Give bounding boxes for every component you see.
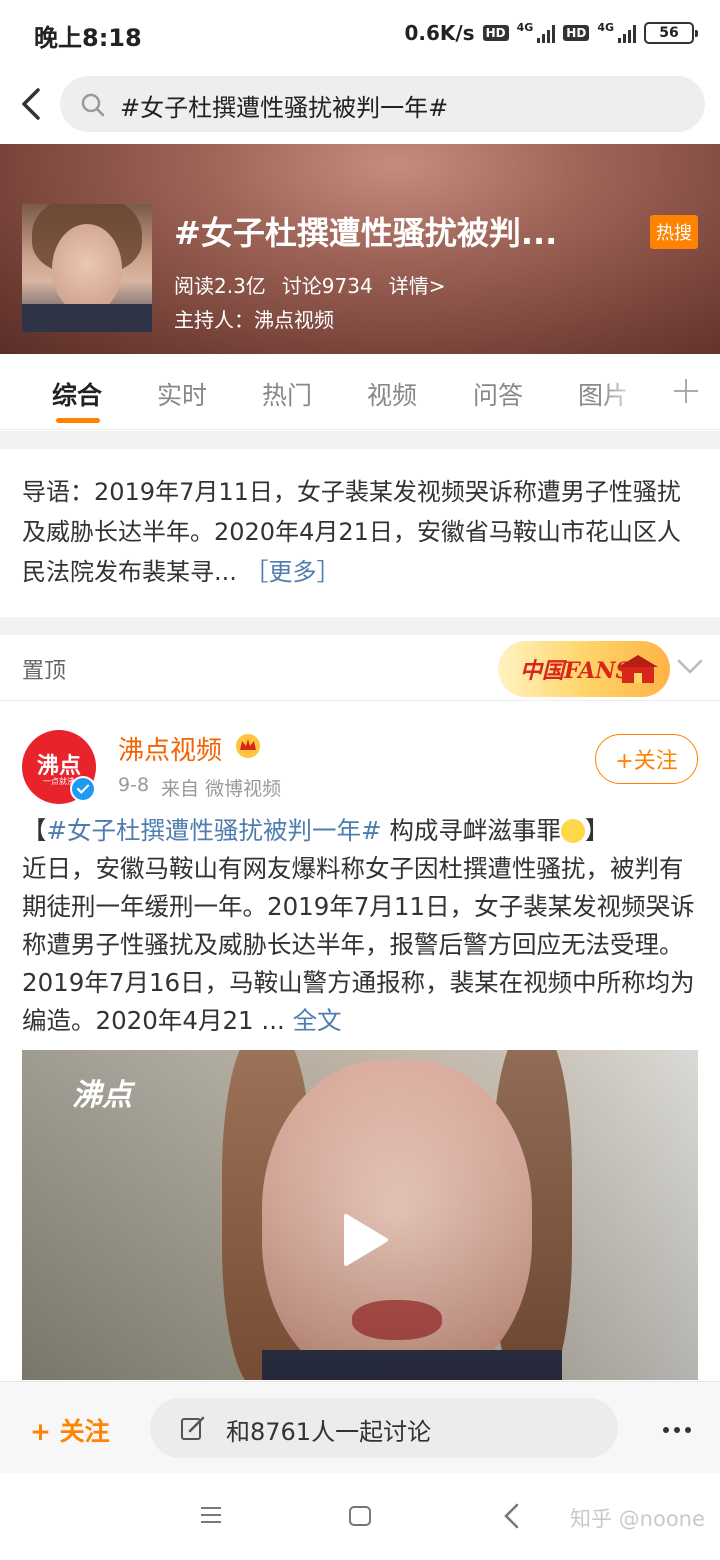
topic-intro: 导语：2019年7月11日，女子裴某发视频哭诉称遭男子性骚扰及威胁长达半年。20… — [22, 472, 702, 592]
section-divider-2 — [0, 617, 720, 635]
post-source: 来自 微博视频 — [161, 778, 282, 800]
more-icon[interactable] — [662, 1426, 692, 1434]
search-query: #女子杜撰遭性骚扰被判一年# — [120, 94, 449, 122]
home-icon[interactable] — [348, 1505, 372, 1527]
signal-icon-2 — [618, 23, 636, 43]
chevron-down-icon[interactable] — [676, 657, 704, 677]
hd-icon-2: HD — [563, 25, 590, 41]
follow-button[interactable]: +关注 — [595, 734, 698, 784]
intro-text: 导语：2019年7月11日，女子裴某发视频哭诉称遭男子性骚扰及威胁长达半年。20… — [22, 478, 681, 586]
signal-icon — [537, 23, 556, 43]
emoji-icon — [560, 819, 585, 843]
tab-comprehensive[interactable]: 综合 — [52, 376, 102, 412]
post-date: 9-8 — [118, 774, 150, 796]
search-input[interactable]: #女子杜撰遭性骚扰被判一年# — [60, 76, 705, 132]
discussion-count: 讨论9734 — [281, 274, 373, 298]
network-type-label: 4G — [516, 20, 534, 34]
more-link[interactable]: ［更多］ — [245, 558, 341, 586]
fans-badge-text: 中国FANS — [520, 658, 632, 684]
hd-icon: HD — [482, 25, 509, 41]
crown-icon — [236, 734, 260, 758]
play-icon[interactable] — [340, 1212, 390, 1268]
topic-title: #女子杜撰遭性骚扰被判... — [174, 214, 558, 252]
discuss-input[interactable]: 和8761人一起讨论 — [150, 1398, 618, 1458]
post-text: 【#女子杜撰遭性骚扰被判一年# 构成寻衅滋事罪】 近日，安徽马鞍山有网友爆料称女… — [22, 812, 702, 1040]
topic-host[interactable]: 主持人：沸点视频 — [174, 304, 334, 333]
pinned-label: 置顶 — [22, 659, 67, 684]
status-bar: 晚上8:18 0.6K/s HD 4G HD 4G 56 — [0, 0, 720, 64]
bottom-action-bar: + 关注 和8761人一起讨论 — [0, 1381, 720, 1473]
china-fans-badge[interactable]: 中国FANS — [498, 641, 670, 697]
video-watermark-logo: 沸点 — [72, 1078, 132, 1113]
network-speed: 0.6K/s — [404, 21, 475, 45]
status-time: 晚上8:18 — [34, 24, 142, 52]
back-arrow-icon — [22, 88, 40, 120]
back-button[interactable] — [16, 84, 46, 124]
search-icon — [81, 93, 105, 117]
tab-fade — [600, 354, 660, 428]
hot-badge: 热搜 — [650, 215, 698, 249]
tab-realtime[interactable]: 实时 — [157, 376, 207, 412]
pinned-row: 置顶 中国FANS — [0, 635, 720, 701]
menu-icon[interactable] — [200, 1505, 222, 1525]
post-header: 沸点 一点就沸 沸点视频 9-8 来自 微博视频 +关注 — [0, 702, 720, 812]
topic-header: #女子杜撰遭性骚扰被判... 热搜 阅读2.3亿 讨论9734 详情> 主持人：… — [0, 144, 720, 354]
status-indicators: 0.6K/s HD 4G HD 4G 56 — [404, 18, 698, 48]
network-type-label-2: 4G — [597, 20, 614, 34]
nav-back-icon[interactable] — [502, 1503, 520, 1529]
discuss-placeholder: 和8761人一起讨论 — [226, 1418, 432, 1446]
tab-video[interactable]: 视频 — [367, 376, 417, 412]
add-tab-icon[interactable] — [672, 374, 700, 408]
edit-icon — [181, 1416, 205, 1440]
post-headline: 构成寻衅滋事罪 — [381, 816, 561, 845]
tiananmen-icon — [618, 655, 658, 683]
search-header: #女子杜撰遭性骚扰被判一年# — [0, 64, 720, 144]
post-topic-link[interactable]: #女子杜撰遭性骚扰被判一年# — [47, 816, 382, 845]
battery-icon: 56 — [644, 22, 698, 44]
details-link[interactable]: 详情> — [389, 270, 446, 299]
verified-icon — [70, 776, 96, 802]
watermark: 知乎 @noone — [570, 1507, 705, 1531]
post-body-text: 近日，安徽马鞍山有网友爆料称女子因杜撰遭性骚扰，被判有期徒刑一年缓刑一年。201… — [22, 854, 695, 1035]
author-name[interactable]: 沸点视频 — [118, 730, 222, 767]
bottom-follow-button[interactable]: + 关注 — [30, 1412, 110, 1448]
topic-avatar[interactable] — [22, 204, 152, 332]
system-nav-bar: 知乎 @noone — [0, 1473, 720, 1560]
video-player[interactable]: 沸点 — [22, 1050, 698, 1380]
tab-hot[interactable]: 热门 — [262, 376, 312, 412]
section-divider — [0, 431, 720, 449]
bracket-open: 【 — [22, 816, 47, 845]
read-count: 阅读2.3亿 — [174, 274, 266, 298]
topic-stats: 阅读2.3亿 讨论9734 详情> — [174, 270, 445, 299]
tab-qa[interactable]: 问答 — [473, 376, 523, 412]
full-text-link[interactable]: 全文 — [293, 1006, 342, 1035]
active-tab-indicator — [56, 418, 100, 423]
post-meta: 9-8 来自 微博视频 — [118, 774, 281, 801]
tab-bar: 综合 实时 热门 视频 问答 图片 — [0, 354, 720, 430]
bracket-close: 】 — [584, 816, 610, 845]
